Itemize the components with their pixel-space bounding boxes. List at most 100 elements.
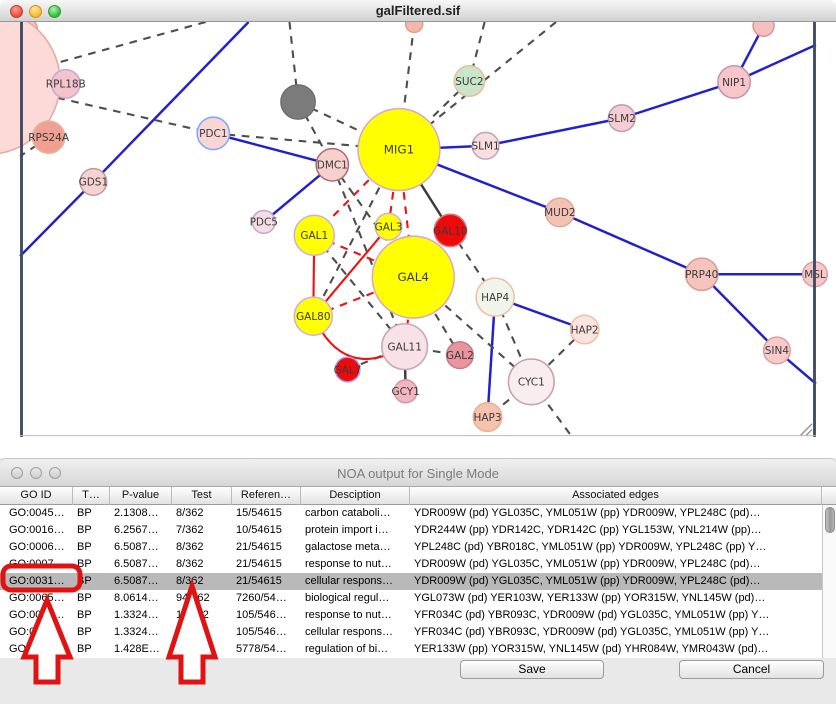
header-scrollbar-spacer [822, 487, 836, 505]
cell: BP [73, 556, 110, 573]
cell: 1.3324… [110, 607, 172, 624]
cell: YDR009W (pd) YGL035C, YML051W (pp) YDR00… [410, 556, 822, 573]
canvas-border [20, 22, 23, 437]
node-label-SLM2: SLM2 [608, 113, 636, 125]
table-row-9[interactable]: GO:0050…BP1.428E…80/3625778/54…regulatio… [0, 641, 836, 658]
cell: 21/54615 [232, 539, 301, 556]
network-edge-blue [486, 118, 622, 146]
cell: 8/362 [172, 573, 232, 590]
network-titlebar[interactable]: galFiltered.sif [0, 0, 836, 22]
cell: 1.428E… [110, 641, 172, 658]
node-label-HAP2: HAP2 [571, 324, 599, 336]
cell: BP [73, 505, 110, 522]
table-row-8[interactable]: GO:0031…BP1.3324…11/362105/546…cellular … [0, 624, 836, 641]
network-edge-blue [20, 182, 93, 256]
cell: 8.0614… [110, 590, 172, 607]
cell: 11/362 [172, 607, 232, 624]
canvas-border [813, 22, 816, 437]
cell: BP [73, 607, 110, 624]
column-header-desciption[interactable]: Desciption [301, 487, 410, 505]
cell: regulation of bi… [301, 641, 410, 658]
column-header-referen[interactable]: Referen… [232, 487, 301, 505]
cell: GO:0016… [0, 522, 73, 539]
node-label-NIP1: NIP1 [722, 77, 746, 89]
table-row-2[interactable]: GO:0016…BP6.2567…7/36210/54615protein im… [0, 522, 836, 539]
column-header-goid[interactable]: GO ID [0, 487, 73, 505]
node-label-HAP4: HAP4 [481, 292, 509, 304]
cell: 21/54615 [232, 573, 301, 590]
table-row-5[interactable]: GO:0031…BP6.5087…8/36221/54615cellular r… [0, 573, 836, 590]
cell: 6.2567… [110, 522, 172, 539]
cell: biological regul… [301, 590, 410, 607]
node-label-GAL4: GAL4 [397, 270, 428, 284]
node-label-DMC1: DMC1 [317, 160, 348, 172]
node-label-HAP3: HAP3 [473, 412, 501, 424]
cell: GO:0007… [0, 556, 73, 573]
node-label-GAL80: GAL80 [296, 311, 330, 323]
cell: 2.1308… [110, 505, 172, 522]
table-header-row: GO IDT…P-valueTestReferen…DesciptionAsso… [0, 487, 836, 505]
node-top-pink2[interactable] [406, 22, 423, 32]
cell: BP [73, 624, 110, 641]
resize-grip[interactable] [801, 424, 812, 435]
cell: 15/54615 [232, 505, 301, 522]
cell: 1.3324… [110, 624, 172, 641]
column-header-t[interactable]: T… [73, 487, 110, 505]
cell: YDR244W (pp) YDR142C, YDR142C (pp) YGL15… [410, 522, 822, 539]
node-label-GCY1: GCY1 [391, 386, 419, 398]
network-canvas[interactable]: RPL18BRPS24AGDS1PDC1DMC1MIG1SUC2SLM1SLM2… [0, 22, 836, 458]
scrollbar-thumb[interactable] [825, 507, 835, 533]
node-label-SLM1: SLM1 [472, 141, 500, 153]
node-label-MUD2: MUD2 [544, 207, 575, 219]
noa-window: NOA output for Single Mode GO IDT…P-valu… [0, 458, 836, 704]
node-gray1[interactable] [281, 85, 315, 119]
cell: 11/362 [172, 624, 232, 641]
cell: YGL073W (pd) YER103W, YER133W (pp) YOR31… [410, 590, 822, 607]
network-graph: RPL18BRPS24AGDS1PDC1DMC1MIG1SUC2SLM1SLM2… [0, 22, 836, 458]
resize-grip[interactable] [806, 429, 812, 435]
table-row-6[interactable]: GO:0065…BP8.0614…94/3627260/54…biologica… [0, 590, 836, 607]
table-body: GO:0045…BP2.1308…8/36215/54615carbon cat… [0, 505, 836, 658]
cell: BP [73, 590, 110, 607]
table-row-1[interactable]: GO:0045…BP2.1308…8/36215/54615carbon cat… [0, 505, 836, 522]
column-header-pvalue[interactable]: P-value [110, 487, 172, 505]
column-header-associatededges[interactable]: Associated edges [410, 487, 822, 505]
cell: cellular respons… [301, 624, 410, 641]
cell: YFR034C (pd) YBR093C, YDR009W (pd) YGL03… [410, 624, 822, 641]
cell: 21/54615 [232, 556, 301, 573]
save-button[interactable]: Save [460, 660, 604, 679]
noa-window-title: NOA output for Single Mode [0, 466, 836, 481]
node-top-pink[interactable] [753, 22, 774, 36]
table-row-3[interactable]: GO:0006…BP6.5087…8/36221/54615galactose … [0, 539, 836, 556]
node-label-PDC5: PDC5 [250, 217, 278, 229]
cell: YDR009W (pd) YGL035C, YML051W (pp) YDR00… [410, 573, 822, 590]
cell: YPL248C (pd) YBR018C, YML051W (pp) YDR00… [410, 539, 822, 556]
column-header-test[interactable]: Test [172, 487, 232, 505]
cell: YER133W (pp) YOR315W, YNL145W (pd) YHR08… [410, 641, 822, 658]
cell: 80/362 [172, 641, 232, 658]
cell: 8/362 [172, 505, 232, 522]
table-row-7[interactable]: GO:0031…BP1.3324…11/362105/546…response … [0, 607, 836, 624]
node-label-GAL1: GAL1 [300, 230, 328, 242]
cell: response to nut… [301, 607, 410, 624]
table-row-4[interactable]: GO:0007…BP6.5087…8/36221/54615response t… [0, 556, 836, 573]
noa-titlebar[interactable]: NOA output for Single Mode [0, 458, 836, 487]
cell: BP [73, 573, 110, 590]
cell: 7260/54… [232, 590, 301, 607]
vertical-scrollbar[interactable] [822, 505, 836, 658]
cell: galactose meta… [301, 539, 410, 556]
network-edge-blue [622, 82, 734, 118]
node-label-GAL10: GAL10 [433, 225, 467, 237]
cell: GO:0031… [0, 573, 73, 590]
cell: 7/362 [172, 522, 232, 539]
cell: 105/546… [232, 624, 301, 641]
cell: YFR034C (pd) YBR093C, YDR009W (pd) YGL03… [410, 607, 822, 624]
network-window: galFiltered.sif RPL18BRPS24AGDS1PDC1DMC1… [0, 0, 836, 458]
cancel-button[interactable]: Cancel [679, 660, 824, 679]
results-table: GO IDT…P-valueTestReferen…DesciptionAsso… [0, 487, 836, 658]
network-edge-blue [560, 212, 702, 274]
node-label-GAL11: GAL11 [387, 341, 421, 353]
node-label-GAL3: GAL3 [375, 221, 403, 233]
cell: 6.5087… [110, 556, 172, 573]
node-label-PDC1: PDC1 [199, 128, 227, 140]
